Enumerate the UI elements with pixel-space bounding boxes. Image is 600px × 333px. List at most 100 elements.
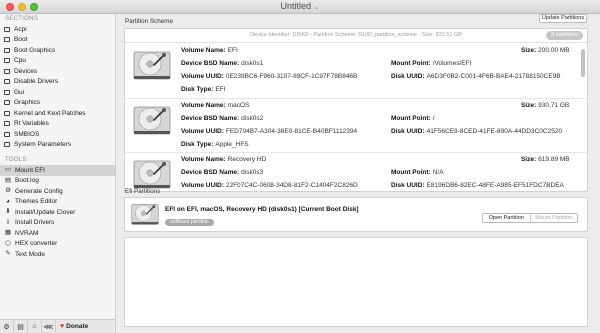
size-value: 200.00 MB: [538, 47, 570, 54]
partition-scheme-label: Partition Scheme: [125, 18, 173, 25]
bsd-name-value: disk0s2: [241, 115, 264, 122]
unmount-partition-button[interactable]: unMount partition: [165, 219, 214, 226]
efi-entry-title: EFI on EFI, macOS, Recovery HD (disk0s1)…: [165, 206, 359, 213]
tool-item-text-mode[interactable]: ✎ Text Mode: [0, 249, 115, 260]
sidebar-item-label: Cpu: [14, 57, 26, 65]
tool-item-label: Install/Update Clover: [15, 208, 76, 216]
drive-icon: ▭: [4, 166, 12, 173]
sidebar-item-disable-drivers[interactable]: Disable Drivers: [0, 77, 115, 88]
mount-point-value: /: [432, 115, 435, 122]
partition-count-badge: 3 partitions: [546, 31, 583, 40]
sidebar-item-gui[interactable]: Gui: [0, 87, 115, 98]
download-icon: ⬇: [5, 208, 11, 215]
settings-button[interactable]: ⚙: [0, 320, 14, 333]
tool-item-label: NVRAM: [15, 229, 39, 237]
sidebar-item-label: Rt Variables: [14, 120, 49, 128]
sidebar-item-devices[interactable]: Devices: [0, 66, 115, 77]
tool-item-label: Text Mode: [15, 250, 45, 258]
folder-icon: [4, 68, 10, 74]
partition-actions: Open Partition Mount Partition: [482, 213, 578, 223]
partition-row[interactable]: Volume Name: macOS Device BSD Name: disk0s…: [125, 98, 587, 151]
sidebar-item-label: Disable Drivers: [14, 78, 59, 86]
open-partition-button[interactable]: Open Partition: [483, 214, 531, 222]
volume-uuid-value: 0E239BC6-F960-3107-89CF-1C97F78B846B: [225, 73, 358, 80]
disk-uuid-value: A6D3F0B2-C001-4F6B-BAE4-21788150CE9B: [426, 73, 561, 80]
scheme-header: Device Identifier: DISK0 - Partition Sch…: [125, 29, 587, 43]
volume-name-value: macOS: [227, 102, 250, 109]
sidebar-item-label: Boot: [14, 36, 28, 44]
donate-button[interactable]: ♥ Donate: [56, 323, 88, 330]
tool-item-label: Mount EFI: [15, 166, 45, 174]
window-title: Untitled ⌄: [280, 1, 320, 11]
chip-icon: ▦: [4, 229, 12, 236]
disk-uuid-value: 41F56CE9-8CED-41FE-890A-44DD3C0C2520: [426, 128, 563, 135]
mount-point-value: N/A: [432, 169, 444, 176]
sidebar-item-label: Devices: [14, 67, 38, 75]
home-button[interactable]: ⌂: [28, 320, 42, 333]
tool-item-label: Boot.log: [15, 177, 39, 185]
disk-descriptor: Device Identifier: DISK0 - Partition Sch…: [250, 32, 462, 38]
folder-icon: [4, 89, 10, 95]
sidebar-item-system-parameters[interactable]: System Parameters: [0, 140, 115, 151]
mount-partition-button[interactable]: Mount Partition: [531, 214, 578, 222]
log-button[interactable]: ▤: [14, 320, 28, 333]
sidebar-item-label: Graphics: [14, 99, 41, 107]
sidebar-item-kernel-and-kext-patches[interactable]: Kernel and Kext Patches: [0, 108, 115, 119]
bsd-name-value: disk0s1: [241, 60, 264, 67]
tool-item-mount-efi[interactable]: ▭ Mount EFI: [0, 165, 115, 176]
sidebar-item-rt-variables[interactable]: Rt Variables: [0, 119, 115, 130]
share-button[interactable]: ⋘: [42, 320, 56, 333]
sidebar-item-graphics[interactable]: Graphics: [0, 98, 115, 109]
folder-icon: [4, 142, 10, 148]
install-icon: ⇩: [5, 218, 11, 226]
partition-scheme-panel: Device Identifier: DISK0 - Partition Sch…: [124, 28, 588, 192]
tool-item-label: HEX converter: [15, 240, 58, 248]
tool-item-themes-editor[interactable]: ◕ Themes Editor: [0, 197, 115, 208]
tool-item-install-drivers[interactable]: ⇩ Install Drivers: [0, 218, 115, 229]
volume-uuid-value: FED704B7-A304-38E0-81CE-B40BF1112394: [225, 128, 358, 135]
efi-partitions-label: Efi Partitions: [125, 188, 161, 195]
tool-item-hex-converter[interactable]: ⬡ HEX converter: [0, 239, 115, 250]
tool-item-install-update-clover[interactable]: ⬇ Install/Update Clover: [0, 207, 115, 218]
hard-disk-icon: [131, 204, 159, 225]
bsd-name-value: disk0s3: [241, 169, 264, 176]
partition-row[interactable]: Volume Name: Recovery HD Device BSD Name:…: [125, 152, 587, 191]
disk-uuid-value: E8196DB6-82EC-48FE-A985-EF51FDC7BDEA: [426, 182, 564, 189]
text-icon: ✎: [5, 250, 11, 257]
gear-icon: ⚙: [5, 187, 11, 194]
sidebar-item-acpi[interactable]: Acpi: [0, 24, 115, 35]
sidebar-item-label: SMBIOS: [14, 130, 40, 138]
tools-header: TOOLS: [5, 157, 27, 163]
folder-icon: [4, 121, 10, 127]
folder-icon: [4, 100, 10, 106]
update-partitions-button[interactable]: Update Partitions: [539, 14, 587, 23]
volume-name-value: Recovery HD: [227, 156, 267, 163]
volume-uuid-value: 22F07C4C-0608-34D8-81F2-C1404F2C826D: [225, 182, 358, 189]
disk-type-value: Apple_HFS: [215, 141, 249, 148]
document-icon: ▤: [4, 176, 12, 184]
hex-icon: ⬡: [5, 239, 11, 247]
tool-item-nvram[interactable]: ▦ NVRAM: [0, 228, 115, 239]
tool-item-label: Generate Config: [15, 187, 63, 195]
sidebar-item-label: Gui: [14, 88, 25, 96]
sidebar-item-boot-graphics[interactable]: Boot Graphics: [0, 45, 115, 56]
sidebar-item-label: Acpi: [14, 25, 27, 33]
scrollbar-thumb[interactable]: [581, 49, 585, 77]
folder-icon: [4, 47, 10, 53]
tool-item-label: Themes Editor: [15, 198, 58, 206]
hard-disk-icon: [133, 160, 171, 189]
partition-row[interactable]: Volume Name: EFI Device BSD Name: disk0s1 …: [125, 44, 587, 97]
tool-item-generate-config[interactable]: ⚙ Generate Config: [0, 186, 115, 197]
tool-item-boot-log[interactable]: ▤ Boot.log: [0, 176, 115, 187]
sidebar-item-smbios[interactable]: SMBIOS: [0, 129, 115, 140]
folder-icon: [4, 79, 10, 85]
size-value: 930.71 GB: [538, 102, 570, 109]
share-icon: ⋘: [43, 323, 54, 331]
sidebar-item-cpu[interactable]: Cpu: [0, 56, 115, 67]
folder-icon: [4, 131, 10, 137]
scheme-scrollbar[interactable]: [581, 45, 585, 191]
sidebar-item-boot[interactable]: Boot: [0, 35, 115, 46]
tools-list: ▭ Mount EFI ▤ Boot.log ⚙ Generate Config ◕ Them…: [0, 165, 115, 260]
folder-icon: [4, 37, 10, 43]
disk-type-value: EFI: [215, 86, 226, 93]
